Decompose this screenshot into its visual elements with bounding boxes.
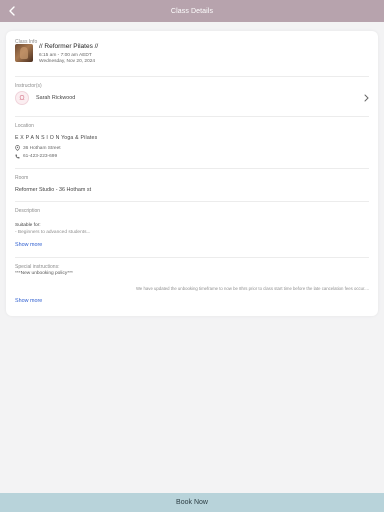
divider	[15, 201, 369, 202]
chevron-right-icon	[364, 94, 369, 102]
instructor-section: Instructor(s) Ω Sarah Rickwood	[15, 83, 369, 113]
location-address-row[interactable]: 36 Hotham Street	[15, 145, 61, 151]
instructor-row[interactable]: Ω Sarah Rickwood	[15, 90, 369, 106]
description-label: Description	[15, 208, 41, 214]
class-date: Wednesday, Nov 20, 2024	[39, 59, 96, 64]
instructor-label: Instructor(s)	[15, 83, 42, 89]
description-heading: Suitable for:	[15, 223, 41, 228]
location-address: 36 Hotham Street	[23, 145, 61, 151]
class-details-card: Class Info // Reformer Pilates // 6:15 a…	[6, 31, 378, 316]
divider	[15, 76, 369, 77]
class-info-section: Class Info // Reformer Pilates // 6:15 a…	[15, 39, 369, 75]
special-instructions-line1: ***New unbooking policy***	[15, 271, 73, 276]
location-section: Location E X P A N S I O N Yoga & Pilate…	[15, 123, 369, 165]
location-phone: 61-423-223-699	[23, 154, 58, 159]
divider	[15, 257, 369, 258]
special-instructions-show-more-link[interactable]: Show more	[15, 298, 42, 304]
room-name: Reformer Studio - 36 Hotham st	[15, 187, 92, 193]
class-thumbnail	[15, 44, 33, 62]
description-show-more-link[interactable]: Show more	[15, 242, 42, 248]
chevron-left-icon	[9, 6, 15, 16]
class-name: // Reformer Pilates //	[39, 43, 99, 50]
special-instructions-section: Special instructions: ***New unbooking p…	[15, 264, 369, 314]
divider	[15, 116, 369, 117]
description-text: - Beginners to advanced students...	[15, 230, 91, 235]
avatar: Ω	[15, 91, 29, 105]
back-button[interactable]	[4, 3, 20, 19]
divider	[15, 168, 369, 169]
special-instructions-label: Special instructions:	[15, 264, 60, 270]
room-label: Room	[15, 175, 29, 181]
class-time: 6:15 am - 7:00 am AEDT	[39, 53, 92, 58]
special-instructions-line2: We have updated the unbooking timeframe …	[135, 286, 369, 291]
page-title: Class Details	[170, 7, 214, 15]
book-now-label: Book Now	[176, 499, 208, 506]
location-phone-row[interactable]: 61-423-223-699	[15, 154, 57, 159]
instructor-name: Sarah Rickwood	[36, 95, 76, 101]
header-bar: Class Details	[0, 0, 384, 22]
book-now-button[interactable]: Book Now	[0, 493, 384, 512]
phone-icon	[15, 154, 20, 159]
map-pin-icon	[15, 145, 20, 151]
room-section: Room Reformer Studio - 36 Hotham st	[15, 175, 369, 203]
avatar-glyph: Ω	[19, 94, 25, 102]
description-section: Description Suitable for: - Beginners to…	[15, 208, 369, 258]
location-name: E X P A N S I O N Yoga & Pilates	[15, 135, 98, 141]
location-label: Location	[15, 123, 34, 129]
